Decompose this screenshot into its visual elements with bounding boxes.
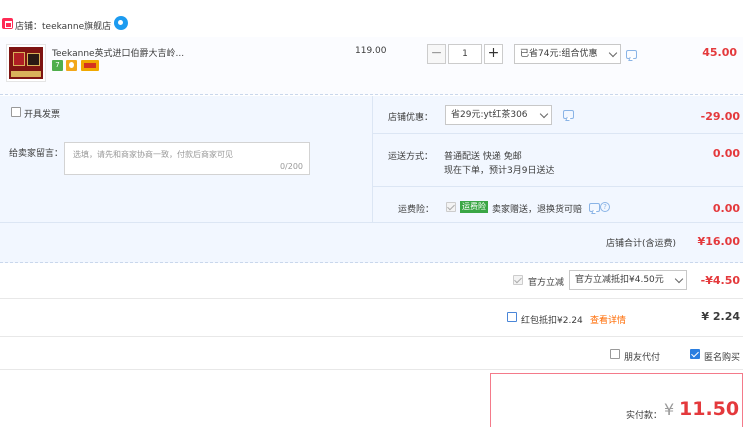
contact-seller-icon[interactable] xyxy=(114,16,128,30)
unit-price: 119.00 xyxy=(355,46,387,56)
payment-summary: 实付款： ¥ 11.50 xyxy=(490,373,743,427)
shop-discount-label: 店铺优惠： xyxy=(388,113,434,123)
row-divider xyxy=(0,336,743,337)
shop-total-amount: ¥16.00 xyxy=(697,235,740,248)
insurance-label: 运费险： xyxy=(398,205,435,215)
insurance-chat-icon[interactable] xyxy=(589,203,600,212)
payment-label: 实付款： xyxy=(626,411,663,421)
insurance-amount: 0.00 xyxy=(712,202,740,215)
product-thumbnail[interactable] xyxy=(6,44,46,82)
quantity-input[interactable]: 1 xyxy=(448,44,482,64)
red-packet-details-link[interactable]: 查看详情 xyxy=(590,313,626,326)
official-discount-amount: -¥4.50 xyxy=(700,274,740,287)
shop-discount-value: 省29元:yt红茶306 xyxy=(451,110,528,120)
shop-name[interactable]: 店铺：teekanne旗舰店 xyxy=(15,19,111,32)
delivery-eta: 现在下单，预计3月9日送达 xyxy=(444,166,555,176)
row-divider xyxy=(0,222,743,223)
friend-pay-label: 朋友代付 xyxy=(624,353,661,363)
delivery-label: 运送方式： xyxy=(388,152,434,162)
message-label: 给卖家留言： xyxy=(9,149,64,159)
invoice-label: 开具发票 xyxy=(24,110,61,120)
credit-card-icon xyxy=(81,60,99,71)
friend-pay-checkbox[interactable] xyxy=(610,349,620,359)
official-discount-value: 官方立减抵扣¥4.50元 xyxy=(575,275,664,285)
delivery-amount: 0.00 xyxy=(712,147,740,160)
invoice-checkbox[interactable] xyxy=(11,107,21,117)
insurance-checkbox xyxy=(446,202,456,212)
item-promo-select[interactable]: 已省74元:组合优惠 xyxy=(514,44,621,64)
anonymous-checkbox[interactable] xyxy=(690,349,700,359)
official-discount-label: 官方立减 xyxy=(528,278,565,288)
row-divider xyxy=(373,186,743,187)
payment-amount: 11.50 xyxy=(679,398,740,420)
row-divider xyxy=(0,369,743,370)
item-promo-value: 已省74元:组合优惠 xyxy=(520,49,598,59)
insurance-desc: 卖家赠送，退换货可赔 xyxy=(492,205,583,215)
message-placeholder: 选填，请先和商家协商一致，付款后商家可见 xyxy=(73,150,233,159)
discount-info-icon[interactable] xyxy=(563,110,574,119)
row-divider xyxy=(0,298,743,299)
official-discount-select[interactable]: 官方立减抵扣¥4.50元 xyxy=(569,270,687,290)
quantity-decrease-button[interactable]: − xyxy=(427,44,446,64)
panel-divider xyxy=(372,96,373,222)
shop-icon xyxy=(2,18,13,29)
item-row: Teekanne英式进口伯爵大吉岭... 7 119.00 − 1 + 已省74… xyxy=(0,37,743,95)
seven-day-return-icon: 7 xyxy=(52,60,63,71)
message-textarea[interactable]: 选填，请先和商家协商一致，付款后商家可见 0/200 xyxy=(64,142,310,175)
help-icon[interactable]: ? xyxy=(600,202,610,212)
shop-total-label: 店铺合计(含运费) xyxy=(606,239,677,249)
delivery-method: 普通配送 快递 免邮 xyxy=(444,152,522,162)
red-packet-amount: ¥ 2.24 xyxy=(701,310,740,323)
red-packet-checkbox[interactable] xyxy=(507,312,517,322)
payment-currency: ¥ xyxy=(664,400,675,419)
red-packet-label: 红包抵扣¥2.24 xyxy=(521,316,583,326)
quantity-increase-button[interactable]: + xyxy=(484,44,503,64)
chevron-down-icon xyxy=(674,274,684,284)
chevron-down-icon xyxy=(539,109,549,119)
insurance-tag: 运费险 xyxy=(460,201,488,213)
message-counter: 0/200 xyxy=(279,162,303,171)
chevron-down-icon xyxy=(608,48,618,58)
guarantee-icon xyxy=(66,60,77,71)
anonymous-label: 匿名购买 xyxy=(704,353,741,363)
shop-discount-select[interactable]: 省29元:yt红茶306 xyxy=(445,105,552,125)
shop-header: 店铺：teekanne旗舰店 xyxy=(0,14,746,36)
product-title[interactable]: Teekanne英式进口伯爵大吉岭... xyxy=(52,46,184,59)
row-divider xyxy=(373,133,743,134)
official-discount-checkbox xyxy=(513,275,523,285)
item-subtotal: 45.00 xyxy=(702,46,737,59)
shop-discount-amount: -29.00 xyxy=(700,110,740,123)
promo-info-icon[interactable] xyxy=(626,50,637,59)
